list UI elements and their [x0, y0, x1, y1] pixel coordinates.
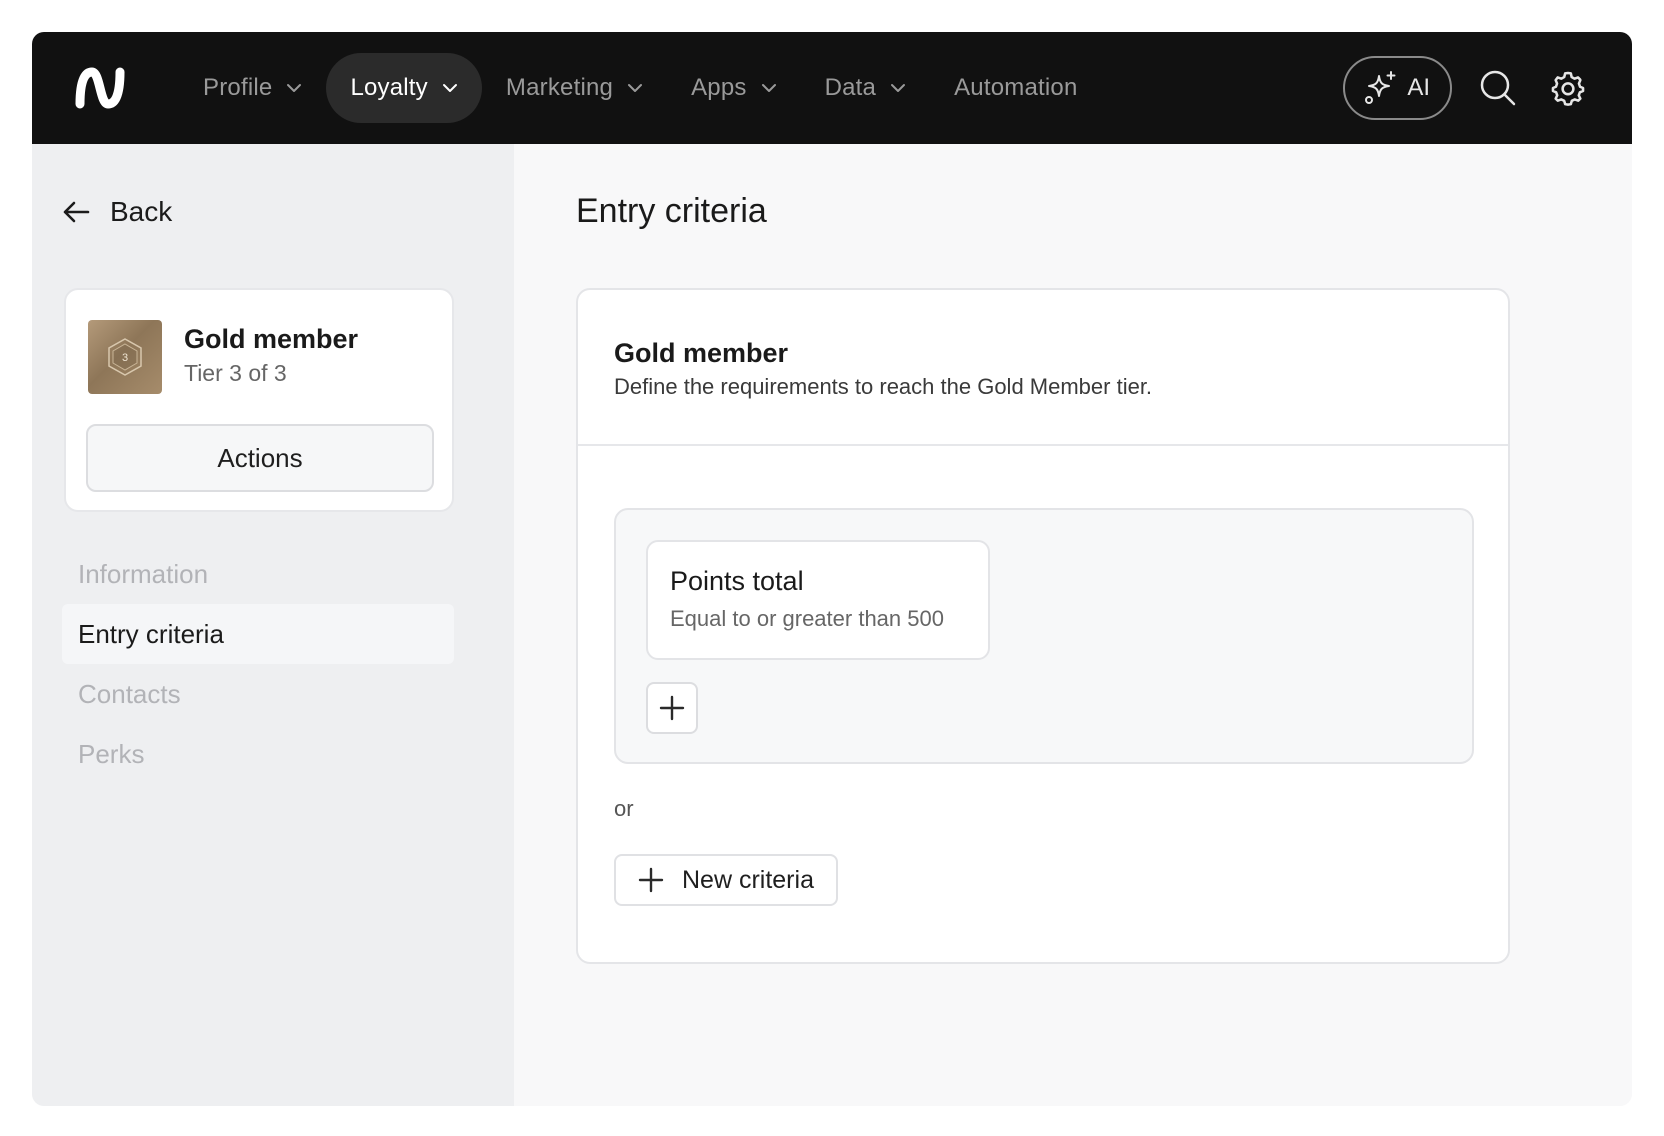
panel-header: Gold member Define the requirements to r…: [578, 290, 1508, 446]
plus-icon: [638, 867, 664, 893]
tier-badge-number: 3: [122, 352, 128, 364]
new-criteria-label: New criteria: [682, 865, 814, 894]
sidebar-item-contacts[interactable]: Contacts: [62, 664, 454, 724]
sparkles-icon: [1365, 71, 1396, 104]
actions-button[interactable]: Actions: [86, 424, 434, 492]
criteria-card[interactable]: Points total Equal to or greater than 50…: [646, 540, 990, 660]
chevron-down-icon: [891, 84, 906, 92]
nav-item-automation[interactable]: Automation: [930, 53, 1101, 123]
panel-description: Define the requirements to reach the Gol…: [614, 374, 1153, 399]
new-criteria-button[interactable]: New criteria: [614, 854, 838, 906]
search-button[interactable]: [1474, 64, 1522, 112]
tier-title: Gold member: [184, 324, 359, 354]
ai-button-label: AI: [1407, 74, 1430, 101]
chevron-down-icon: [761, 84, 776, 92]
or-separator: or: [614, 796, 634, 821]
sidebar-menu: Information Entry criteria Contacts Perk…: [62, 544, 454, 784]
chevron-down-icon: [287, 84, 302, 92]
brand-logo-icon[interactable]: [74, 64, 126, 112]
nav-item-marketing[interactable]: Marketing: [482, 53, 667, 123]
nav-item-label: Automation: [954, 74, 1078, 101]
tier-subtitle: Tier 3 of 3: [184, 360, 287, 386]
back-label: Back: [110, 196, 173, 227]
criteria-name: Points total: [670, 566, 804, 596]
back-link[interactable]: Back: [62, 192, 172, 232]
nav-item-apps[interactable]: Apps: [667, 53, 801, 123]
settings-button[interactable]: [1544, 64, 1592, 112]
topbar-actions: AI: [1343, 56, 1592, 120]
main-content: Entry criteria Gold member Define the re…: [514, 144, 1632, 1106]
criteria-condition: Equal to or greater than 500: [670, 606, 944, 631]
gear-icon: [1551, 71, 1585, 106]
ai-button[interactable]: AI: [1343, 56, 1452, 120]
sidebar: Back 3 Gold member Tier 3 of 3 Actions I…: [32, 144, 514, 1106]
tier-card: 3 Gold member Tier 3 of 3 Actions: [64, 288, 454, 512]
search-icon: [1480, 70, 1516, 106]
criteria-group: Points total Equal to or greater than 50…: [614, 508, 1474, 764]
sidebar-item-perks[interactable]: Perks: [62, 724, 454, 784]
nav-item-profile[interactable]: Profile: [179, 53, 326, 123]
chevron-down-icon: [442, 84, 457, 92]
nav-item-label: Loyalty: [350, 74, 428, 101]
nav-item-label: Profile: [203, 74, 273, 101]
plus-icon: [659, 695, 685, 721]
nav-item-data[interactable]: Data: [801, 53, 931, 123]
arrow-left-icon: [63, 201, 90, 223]
main-nav: Profile Loyalty Marketing Apps Data Auto…: [179, 53, 1102, 123]
chevron-down-icon: [628, 84, 643, 92]
nav-item-label: Data: [824, 74, 877, 101]
nav-item-label: Marketing: [505, 74, 614, 101]
nav-item-loyalty[interactable]: Loyalty: [326, 53, 482, 123]
add-condition-button[interactable]: [646, 682, 698, 734]
top-navigation-bar: Profile Loyalty Marketing Apps Data Auto…: [32, 32, 1632, 144]
panel-title: Gold member: [614, 338, 789, 368]
nav-item-label: Apps: [691, 74, 747, 101]
app-window: Profile Loyalty Marketing Apps Data Auto…: [32, 32, 1632, 1106]
sidebar-item-entry-criteria[interactable]: Entry criteria: [62, 604, 454, 664]
tier-badge: 3: [88, 320, 162, 394]
criteria-panel: Gold member Define the requirements to r…: [576, 288, 1510, 964]
hexagon-badge-icon: 3: [108, 338, 142, 376]
page-title: Entry criteria: [576, 192, 767, 230]
sidebar-item-information[interactable]: Information: [62, 544, 454, 604]
